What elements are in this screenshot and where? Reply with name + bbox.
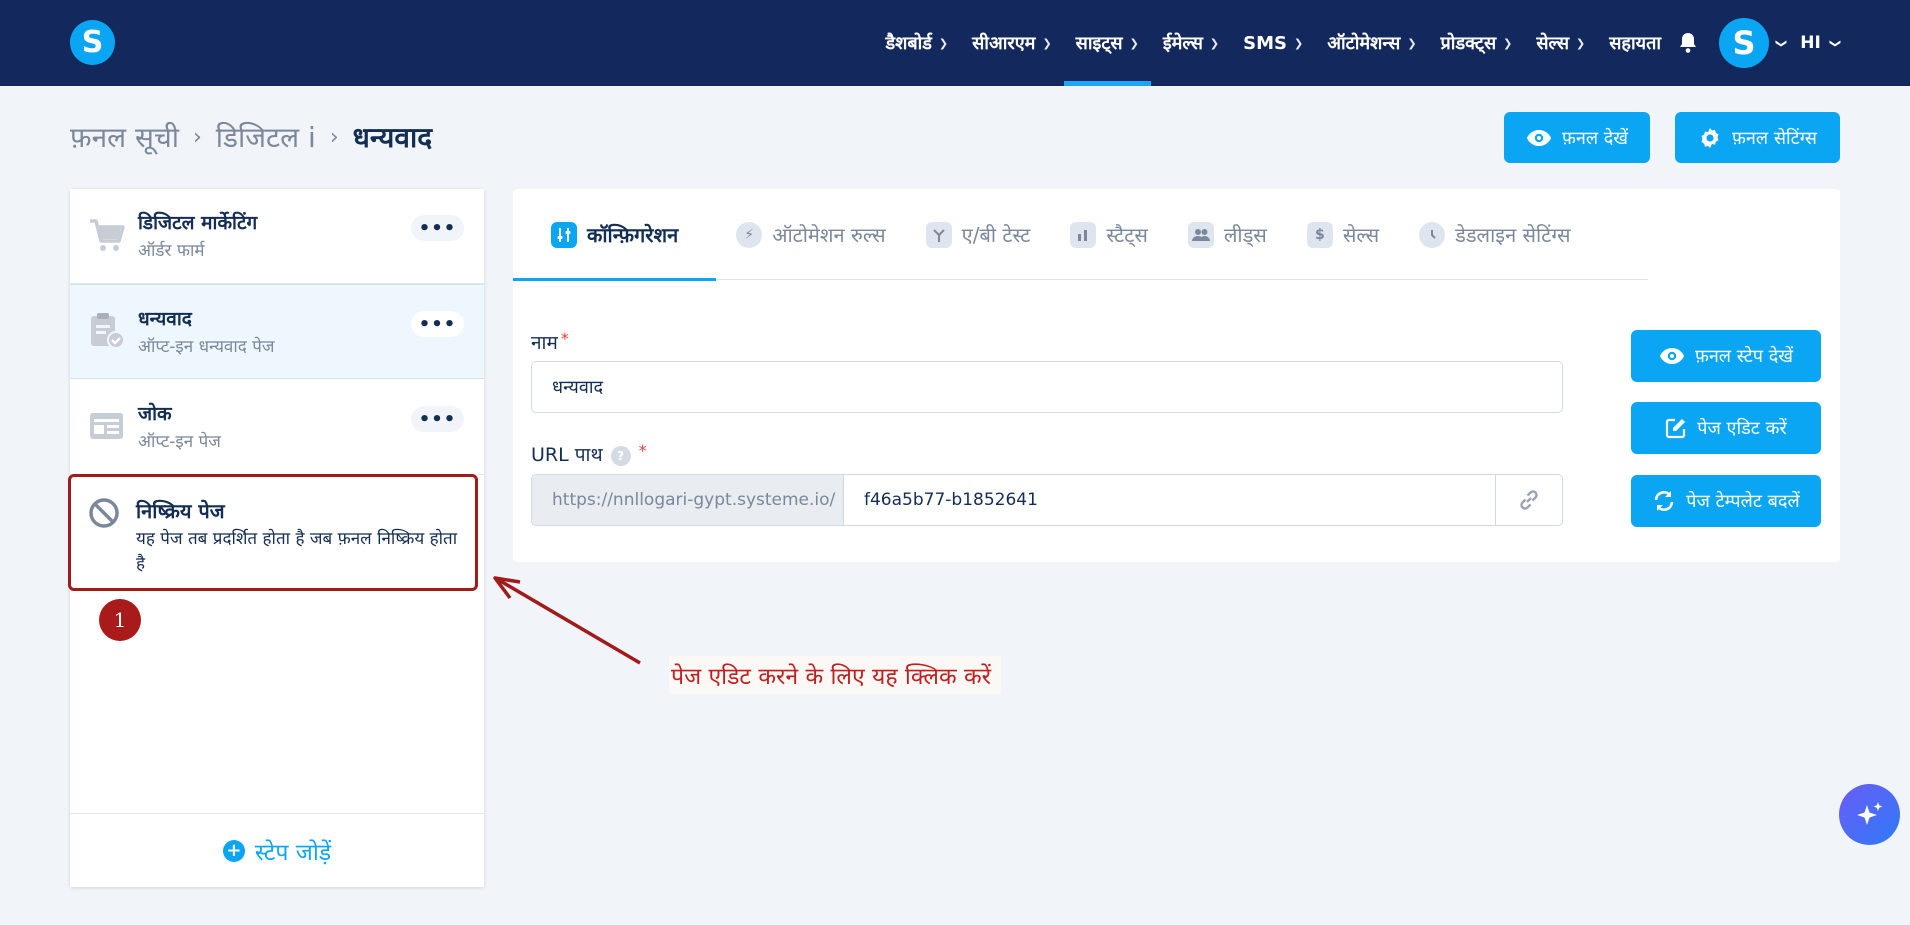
language-selector[interactable]: HI ❯ [1800,33,1842,53]
tab-configuration[interactable]: कॉन्फ़िगरेशन [513,189,717,281]
nav-sites[interactable]: साइट्स ❯ [1063,0,1151,86]
step-item[interactable]: डिजिटल मार्केटिंग ऑर्डर फार्म ••• [70,189,484,284]
tab-automation-rules[interactable]: ⚡ ऑटोमेशन रुल्स [716,189,905,280]
users-icon [1187,221,1214,248]
chevron-right-icon: › [192,124,202,150]
newspaper-icon [88,406,124,446]
nav-sales[interactable]: सेल्स ❯ [1524,0,1597,86]
nav-automations[interactable]: ऑटोमेशन्स ❯ [1315,0,1428,86]
tab-sales[interactable]: $ सेल्स [1287,189,1399,280]
chevron-down-icon: ❯ [1209,36,1220,50]
clipboard-check-icon [88,311,125,351]
annotation-step-badge: 1 [99,599,141,641]
split-icon [925,221,952,248]
view-funnel-button[interactable]: फ़नल देखें [1504,112,1650,163]
nav-products[interactable]: प्रोडक्ट्स ❯ [1429,0,1525,86]
more-options-button[interactable]: ••• [411,406,464,432]
edit-icon [1666,418,1686,439]
step-config-panel: कॉन्फ़िगरेशन ⚡ ऑटोमेशन रुल्स ए/बी टेस्ट … [513,189,1840,562]
clock-icon [1419,221,1446,248]
ban-icon [88,497,120,529]
systeme-logo[interactable]: S [70,20,115,65]
gear-icon [1701,127,1719,148]
inactive-page-step[interactable]: निष्क्रिय पेज यह पेज तब प्रदर्शित होता ह… [68,474,478,591]
nav-dashboard[interactable]: डैशबोर्ड ❯ [873,0,960,86]
chevron-down-icon: ❯ [1293,36,1304,50]
ai-assistant-button[interactable] [1839,784,1900,845]
nav-help[interactable]: सहायता [1597,0,1673,86]
more-options-button[interactable]: ••• [411,311,464,337]
step-item[interactable]: जोक ऑप्ट-इन पेज ••• [70,380,484,475]
dollar-icon: $ [1306,221,1333,248]
chevron-down-icon: ❯ [1042,36,1052,50]
link-icon[interactable] [1495,475,1562,525]
add-step-button[interactable]: + स्टेप जोड़ें [70,813,484,887]
step-tabs: कॉन्फ़िगरेशन ⚡ ऑटोमेशन रुल्स ए/बी टेस्ट … [513,189,1648,281]
plus-circle-icon: + [222,839,245,862]
breadcrumb: फ़नल सूची › डिजिटल i › धन्यवाद [70,118,432,156]
chevron-down-icon: ❯ [1576,36,1586,50]
url-path-field: https://nnllogari-gypt.systeme.io/ f46a5… [531,474,1563,526]
breadcrumb-current: धन्यवाद [352,121,433,154]
url-path-input[interactable]: f46a5b77-b1852641 [844,475,1495,525]
chevron-down-icon: ❯ [1828,38,1842,48]
chevron-down-icon: ❯ [1407,36,1417,50]
eye-icon [1526,129,1551,146]
breadcrumb-funnel-list[interactable]: फ़नल सूची [70,118,179,156]
bolt-icon: ⚡ [736,221,763,248]
bar-chart-icon [1070,221,1097,248]
bell-icon[interactable] [1677,32,1699,54]
avatar[interactable]: S [1719,18,1769,68]
edit-page-button[interactable]: पेज एडिट करें [1631,402,1821,454]
name-input[interactable]: धन्यवाद [531,361,1563,413]
change-page-template-button[interactable]: पेज टेम्पलेट बदलें [1631,475,1821,527]
tab-stats[interactable]: स्टैट्स [1050,189,1167,280]
name-label: नाम * [531,329,569,354]
nav-emails[interactable]: ईमेल्स ❯ [1151,0,1231,86]
chevron-down-icon: ❯ [1503,36,1513,50]
nav-sms[interactable]: SMS ❯ [1231,0,1315,86]
view-funnel-step-button[interactable]: फ़नल स्टेप देखें [1631,330,1821,382]
eye-icon [1659,348,1684,364]
refresh-icon [1654,491,1674,511]
annotation-text: पेज एडिट करने के लिए यह क्लिक करें [669,656,1001,694]
sliders-icon [551,221,577,248]
chevron-down-icon[interactable]: ❯ [1775,38,1788,47]
chevron-down-icon: ❯ [938,36,949,50]
chevron-right-icon: › [329,124,339,150]
funnel-settings-button[interactable]: फ़नल सेटिंग्स [1675,112,1840,163]
help-icon[interactable]: ? [610,445,631,466]
main-nav: डैशबोर्ड ❯ सीआरएम ❯ साइट्स ❯ ईमेल्स ❯ SMS ❯ ऑ… [873,0,1842,86]
url-prefix: https://nnllogari-gypt.systeme.io/ [532,475,844,525]
tab-leads[interactable]: लीड्स [1168,189,1287,280]
tab-deadline-settings[interactable]: डेडलाइन सेटिंग्स [1399,189,1590,280]
step-item[interactable]: धन्यवाद ऑप्ट-इन धन्यवाद पेज ••• [70,284,484,379]
tab-ab-test[interactable]: ए/बी टेस्ट [906,189,1051,280]
breadcrumb-funnel[interactable]: डिजिटल i [216,118,316,156]
url-path-label: URL पाथ? * [531,441,647,466]
chevron-down-icon: ❯ [1129,36,1139,50]
more-options-button[interactable]: ••• [411,215,464,241]
sparkle-icon [1856,801,1882,825]
top-navbar: S डैशबोर्ड ❯ सीआरएम ❯ साइट्स ❯ ईमेल्स ❯ SMS ❯… [0,0,1910,86]
nav-crm[interactable]: सीआरएम ❯ [960,0,1064,86]
cart-icon [88,215,125,255]
